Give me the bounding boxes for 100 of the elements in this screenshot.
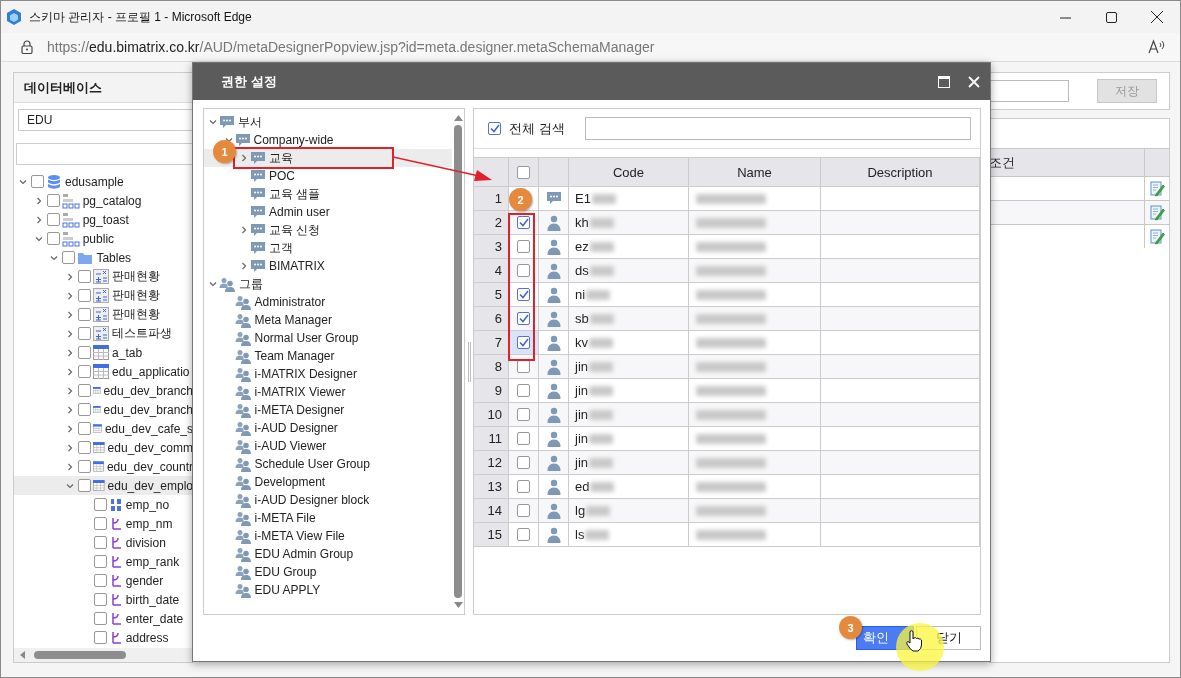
edit-icon[interactable] [1149,228,1165,245]
checkbox[interactable] [78,441,92,454]
tree-item[interactable]: edu_dev_countr [14,457,193,476]
search-field[interactable] [585,117,971,140]
tree-item[interactable]: edu_dev_comm [14,438,193,457]
tree-item[interactable]: 고객 [204,239,452,257]
tree-item[interactable]: 부서 [204,113,452,131]
splitter-handle[interactable] [467,341,471,382]
tree-item[interactable]: Admin user [204,203,452,221]
checkbox[interactable] [517,165,530,179]
checkbox[interactable] [517,240,530,253]
tree-item[interactable]: a_tab [14,343,193,362]
checkbox[interactable] [517,288,530,301]
checkbox[interactable] [517,432,530,445]
checkbox[interactable] [517,528,530,541]
tree-item[interactable]: 교육 샘플 [204,185,452,203]
checkbox[interactable] [517,480,530,493]
maximize-icon[interactable] [1105,11,1117,23]
checkbox[interactable] [517,408,530,421]
tree-item[interactable]: pg_catalog [14,191,193,210]
input-field[interactable] [989,80,1069,102]
checkbox[interactable] [78,270,92,283]
checkbox[interactable] [78,308,92,321]
tree-item[interactable]: i-AUD Designer [204,419,452,437]
tree-item[interactable]: public [14,229,193,248]
search-field[interactable] [16,143,193,165]
tree-item[interactable]: Normal User Group [204,329,452,347]
checkbox[interactable] [46,194,60,207]
tree-item[interactable]: address [14,628,193,647]
tree-item[interactable]: 판매현황 [14,267,193,286]
checkbox[interactable] [93,517,107,530]
checkbox[interactable] [78,479,92,492]
tree-item[interactable]: edu_applicatio [14,362,193,381]
tree-item[interactable]: EDU APPLY [204,581,452,599]
checkbox[interactable] [78,365,92,378]
checkbox[interactable] [78,403,92,416]
tree-item[interactable]: POC [204,167,452,185]
tree-item[interactable]: 교육 신청 [204,221,452,239]
checkbox[interactable] [93,498,107,511]
tree-item[interactable]: BIMATRIX [204,257,452,275]
tree-item[interactable]: birth_date [14,590,193,609]
tree-item[interactable]: i-MATRIX Viewer [204,383,452,401]
tree-item[interactable]: i-META View File [204,527,452,545]
tree-item[interactable]: EDU Admin Group [204,545,452,563]
checkbox[interactable] [46,213,60,226]
tree-item[interactable]: pg_toast [14,210,193,229]
tree-item[interactable]: emp_rank [14,552,193,571]
close-icon[interactable] [1151,11,1163,23]
edit-icon[interactable] [1149,204,1165,221]
tree-item[interactable]: gender [14,571,193,590]
horizontal-scrollbar[interactable] [14,648,193,662]
tree-item[interactable]: 그룹 [204,275,452,293]
tree-item[interactable]: Team Manager [204,347,452,365]
tree-item[interactable]: 판매현황 [14,286,193,305]
checkbox[interactable] [517,456,530,469]
tree-item[interactable]: division [14,533,193,552]
checkbox[interactable] [78,327,92,340]
checkbox[interactable] [93,536,107,549]
checkbox[interactable] [93,631,107,644]
tree-item[interactable]: emp_no [14,495,193,514]
checkbox[interactable] [517,384,530,397]
tree-item[interactable]: Development [204,473,452,491]
tree-item[interactable]: enter_date [14,609,193,628]
edit-icon[interactable] [1149,180,1165,197]
tree-item[interactable]: edu_dev_cafe_s [14,419,193,438]
tree-item[interactable]: Administrator [204,293,452,311]
scroll-up-icon[interactable] [453,115,463,121]
tree-item[interactable]: i-AUD Designer block [204,491,452,509]
checkbox[interactable] [517,264,530,277]
tree-item[interactable]: 판매현황 [14,305,193,324]
checkbox[interactable] [62,251,76,264]
tree-item[interactable]: edusample [14,172,193,191]
tree-item[interactable]: edu_dev_branch [14,400,193,419]
tree-item[interactable]: edu_dev_branch [14,381,193,400]
checkbox[interactable] [78,346,92,359]
checkbox[interactable] [93,555,107,568]
lock-icon[interactable] [21,40,33,54]
checkbox[interactable] [78,384,92,397]
scroll-down-icon[interactable] [453,602,463,608]
checkbox[interactable] [31,175,44,188]
tree-item[interactable]: i-AUD Viewer [204,437,452,455]
checkbox[interactable] [78,422,92,435]
database-select[interactable]: EDU [18,109,193,131]
tree-item[interactable]: i-META Designer [204,401,452,419]
tree-item[interactable]: edu_dev_emplo [14,476,193,495]
scroll-left-icon[interactable] [20,651,26,659]
tree-item[interactable]: Schedule User Group [204,455,452,473]
tree-item[interactable]: emp_nm [14,514,193,533]
checkbox[interactable] [93,612,107,625]
tree-item[interactable]: Meta Manager [204,311,452,329]
tree-item[interactable]: Tables [14,248,193,267]
checkbox[interactable] [78,289,92,302]
checkbox[interactable] [46,232,60,245]
tree-item[interactable]: i-MATRIX Designer [204,365,452,383]
tree-item[interactable]: EDU Group [204,563,452,581]
checkbox[interactable] [517,216,530,229]
checkbox[interactable] [78,460,92,473]
read-aloud-icon[interactable] [1148,39,1166,55]
checkbox[interactable] [517,504,530,517]
checkbox[interactable] [488,122,501,135]
